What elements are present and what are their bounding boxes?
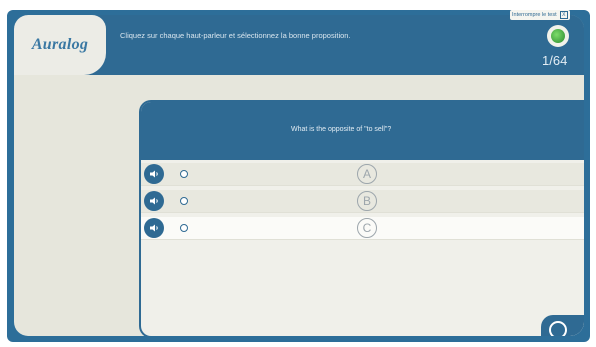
instruction-text: Cliquez sur chaque haut-parleur et sélec… — [120, 31, 351, 40]
question-header: What is the opposite of "to sell"? — [141, 102, 584, 160]
quit-test-link[interactable]: Interrompre le test X — [510, 10, 570, 20]
close-icon[interactable]: X — [560, 11, 568, 19]
green-orb-inner — [551, 29, 565, 43]
speaker-icon[interactable] — [144, 191, 164, 211]
option-row-c[interactable]: C — [141, 217, 584, 240]
option-c-letter: C — [357, 218, 377, 238]
option-b-radio[interactable] — [180, 197, 188, 205]
option-a-letter: A — [357, 164, 377, 184]
option-b-letter: B — [357, 191, 377, 211]
logo-box: Auralog — [14, 15, 106, 75]
speaker-icon[interactable] — [144, 164, 164, 184]
next-circle-icon — [549, 321, 567, 336]
option-a-radio[interactable] — [180, 170, 188, 178]
question-counter: 1/64 — [542, 53, 568, 68]
option-c-radio[interactable] — [180, 224, 188, 232]
header-bar: Auralog Cliquez sur chaque haut-parleur … — [14, 15, 584, 75]
option-row-b[interactable]: B — [141, 190, 584, 213]
test-window: Auralog Cliquez sur chaque haut-parleur … — [14, 15, 584, 336]
quit-test-label: Interrompre le test — [512, 12, 557, 18]
option-row-a[interactable]: A — [141, 163, 584, 186]
question-text: What is the opposite of "to sell"? — [291, 126, 392, 133]
auralog-logo: Auralog — [31, 36, 89, 53]
question-panel: What is the opposite of "to sell"? A B C — [139, 100, 584, 336]
next-button[interactable] — [541, 315, 584, 336]
speaker-icon[interactable] — [144, 218, 164, 238]
green-orb-icon — [547, 25, 569, 47]
question-counter-panel: 1/64 — [538, 15, 584, 75]
